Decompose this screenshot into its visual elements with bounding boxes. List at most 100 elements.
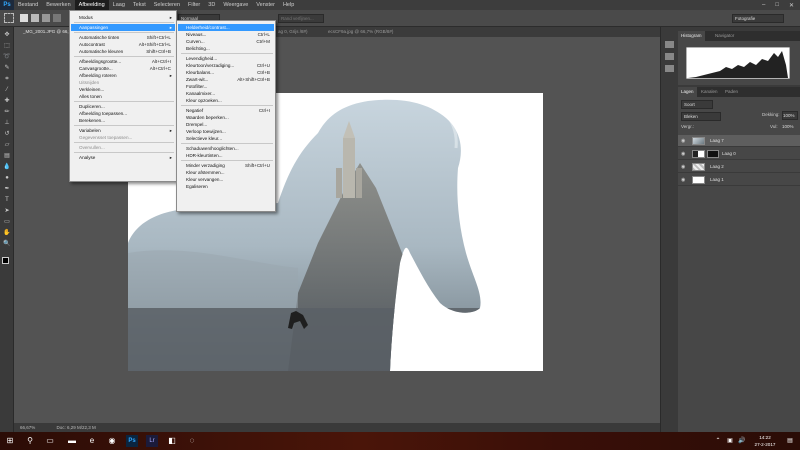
add-selection-icon[interactable] xyxy=(31,14,39,22)
minimize-button[interactable]: – xyxy=(762,2,765,9)
volume-icon[interactable]: 🔊 xyxy=(736,435,748,447)
tab-navigator[interactable]: Navigator xyxy=(712,31,737,41)
layer-row[interactable]: ◉ Laag 7 xyxy=(678,135,800,147)
zoom-tool-icon[interactable]: 🔍 xyxy=(2,240,12,249)
adjustments-menu-item-kleurtoon-verzadiging[interactable]: Kleurtoon/verzadiging... Ctrl+U xyxy=(178,62,274,69)
lasso-tool-icon[interactable]: ➰ xyxy=(2,53,12,62)
tab-channels[interactable]: Kanalen xyxy=(698,87,721,97)
layer-row[interactable]: ◉ Laag 2 xyxy=(678,161,800,173)
gradient-tool-icon[interactable]: ▤ xyxy=(2,152,12,161)
visibility-eye-icon[interactable]: ◉ xyxy=(681,138,687,144)
pen-tool-icon[interactable]: ✒ xyxy=(2,185,12,194)
type-tool-icon[interactable]: T xyxy=(2,196,12,205)
blur-tool-icon[interactable]: 💧 xyxy=(2,163,12,172)
visibility-eye-icon[interactable]: ◉ xyxy=(681,151,687,157)
adjustments-menu-item-egaliseren[interactable]: Egaliseren xyxy=(178,183,274,190)
properties-panel-icon[interactable] xyxy=(665,53,674,60)
file-explorer-icon[interactable]: ▬ xyxy=(66,435,78,447)
layer-row[interactable]: ◉ Laag 0 xyxy=(678,148,800,160)
layer-mask-thumbnail[interactable] xyxy=(707,150,719,158)
image-menu-item-aanpassingen[interactable]: Aanpassingen ▸ xyxy=(71,24,175,31)
task-view-icon[interactable]: ▭ xyxy=(44,435,56,447)
subtract-selection-icon[interactable] xyxy=(42,14,50,22)
color-app-icon[interactable]: ◧ xyxy=(166,435,178,447)
adjustments-menu-item-levendigheid[interactable]: Levendigheid... xyxy=(178,55,274,62)
blend-mode-select[interactable]: Bleken xyxy=(681,112,721,121)
notification-chevron-icon[interactable]: ⌃ xyxy=(712,435,724,447)
crop-tool-icon[interactable]: ⌗ xyxy=(2,75,12,84)
image-menu-item-autocontrast[interactable]: Autocontrast Alt+Shift+Ctrl+L xyxy=(71,41,175,48)
menu-selecteren[interactable]: Selecteren xyxy=(150,0,184,10)
adjustments-menu-item-selectieve-kleur[interactable]: Selectieve kleur... xyxy=(178,135,274,142)
tab-histogram[interactable]: Histogram xyxy=(678,31,705,41)
image-menu-item-afbeelding-toepassen[interactable]: Afbeelding toepassen... xyxy=(71,110,175,117)
image-menu-item-afbeeldingsgrootte[interactable]: Afbeeldingsgrootte... Alt+Ctrl+I xyxy=(71,58,175,65)
opacity-field[interactable]: 100% xyxy=(782,111,798,120)
adjustments-menu-item-drempel[interactable]: Drempel... xyxy=(178,121,274,128)
menu-venster[interactable]: Venster xyxy=(252,0,279,10)
clone-stamp-tool-icon[interactable]: ⊥ xyxy=(2,119,12,128)
image-menu-item-dupliceren[interactable]: Dupliceren... xyxy=(71,103,175,110)
menu-bewerken[interactable]: Bewerken xyxy=(42,0,74,10)
image-menu-item-afbeelding-roteren[interactable]: Afbeelding roteren ▸ xyxy=(71,72,175,79)
healing-brush-tool-icon[interactable]: ✚ xyxy=(2,97,12,106)
lightroom-taskbar-icon[interactable]: Lr xyxy=(146,435,158,447)
adjustments-menu-item-curven[interactable]: Curven... Ctrl+M xyxy=(178,38,274,45)
photoshop-logo-icon[interactable]: Ps xyxy=(0,0,14,10)
adjustments-menu-item-belichting[interactable]: Belichting... xyxy=(178,45,274,52)
image-menu-item-analyse[interactable]: Analyse ▸ xyxy=(71,154,175,161)
image-menu-item-verkleinen[interactable]: Verkleinen... xyxy=(71,86,175,93)
adjustments-menu-item-niveaus[interactable]: Niveaus... Ctrl+L xyxy=(178,31,274,38)
visibility-eye-icon[interactable]: ◉ xyxy=(681,164,687,170)
adjustments-menu-item-kanaalmixer[interactable]: Kanaalmixer... xyxy=(178,90,274,97)
new-selection-icon[interactable] xyxy=(20,14,28,22)
adjustments-menu-item-minder-verzadiging[interactable]: Minder verzadiging Shift+Ctrl+U xyxy=(178,162,274,169)
fill-field[interactable]: 100% xyxy=(782,124,794,129)
brush-tool-icon[interactable]: ✏ xyxy=(2,108,12,117)
edge-icon[interactable]: e xyxy=(86,435,98,447)
hand-tool-icon[interactable]: ✋ xyxy=(2,229,12,238)
adjustments-menu-item-verloop-toewijzen[interactable]: Verloop toewijzen... xyxy=(178,128,274,135)
image-menu-item-automatische-tinten[interactable]: Automatische tinten Shift+Ctrl+L xyxy=(71,34,175,41)
shape-tool-icon[interactable]: ▭ xyxy=(2,218,12,227)
menu-afbeelding[interactable]: Afbeelding xyxy=(74,0,109,10)
chrome-icon[interactable]: ◉ xyxy=(106,435,118,447)
action-center-icon[interactable]: ▤ xyxy=(784,435,796,447)
adjustments-menu-item-waarden-beperken[interactable]: Waarden beperken... xyxy=(178,114,274,121)
image-menu-item-modus[interactable]: Modus ▸ xyxy=(71,14,175,21)
windows-start-icon[interactable]: ⊞ xyxy=(4,435,16,447)
image-menu-item-berekenen[interactable]: Berekenen... xyxy=(71,117,175,124)
menu-3d[interactable]: 3D xyxy=(204,0,219,10)
menu-weergave[interactable]: Weergave xyxy=(219,0,252,10)
foreground-color-swatch[interactable] xyxy=(2,257,9,264)
image-menu-item-canvasgrootte[interactable]: Canvasgrootte... Alt+Ctrl+C xyxy=(71,65,175,72)
clock[interactable]: 14:22 27-2-2017 xyxy=(752,434,778,448)
menu-laag[interactable]: Laag xyxy=(109,0,129,10)
marquee-tool-icon[interactable]: ⬚ xyxy=(2,42,12,51)
adjustments-menu-item-schaduwen-hooglichten[interactable]: Schaduwen/hooglichten... xyxy=(178,145,274,152)
photoshop-taskbar-icon[interactable]: Ps xyxy=(126,435,138,447)
eyedropper-tool-icon[interactable]: ⁄ xyxy=(2,86,12,95)
app-circle-icon[interactable]: ◌ xyxy=(186,435,198,447)
close-button[interactable]: ✕ xyxy=(789,2,794,9)
search-icon[interactable]: ⚲ xyxy=(24,435,36,447)
tab-layers[interactable]: Lagen xyxy=(678,87,697,97)
adjustments-menu-item-negatief[interactable]: Negatief Ctrl+I xyxy=(178,107,274,114)
adjustments-menu-item-kleur-afstemmen[interactable]: Kleur afstemmen... xyxy=(178,169,274,176)
image-menu-item-variabelen[interactable]: Variabelen ▸ xyxy=(71,127,175,134)
menu-filter[interactable]: Filter xyxy=(184,0,204,10)
workspace-select[interactable]: Fotografie xyxy=(732,14,784,23)
adjustments-menu-item-kleur-opzoeken[interactable]: Kleur opzoeken... xyxy=(178,97,274,104)
move-tool-icon[interactable]: ✥ xyxy=(2,31,12,40)
network-icon[interactable]: ▣ xyxy=(724,435,736,447)
path-selection-tool-icon[interactable]: ➤ xyxy=(2,207,12,216)
adjustments-menu-item-hdr-kleurtinten[interactable]: HDR-kleurtinten... xyxy=(178,152,274,159)
adjustments-menu-item-fotofilter[interactable]: Fotofilter... xyxy=(178,83,274,90)
quick-select-tool-icon[interactable]: ✎ xyxy=(2,64,12,73)
tab-paths[interactable]: Paden xyxy=(722,87,741,97)
zoom-level[interactable]: 66,67% xyxy=(20,425,35,430)
refine-edge-button[interactable]: Rand verfijnen... xyxy=(278,14,324,23)
intersect-selection-icon[interactable] xyxy=(53,14,61,22)
marquee-tool-preset-icon[interactable] xyxy=(4,13,14,23)
dodge-tool-icon[interactable]: ● xyxy=(2,174,12,183)
